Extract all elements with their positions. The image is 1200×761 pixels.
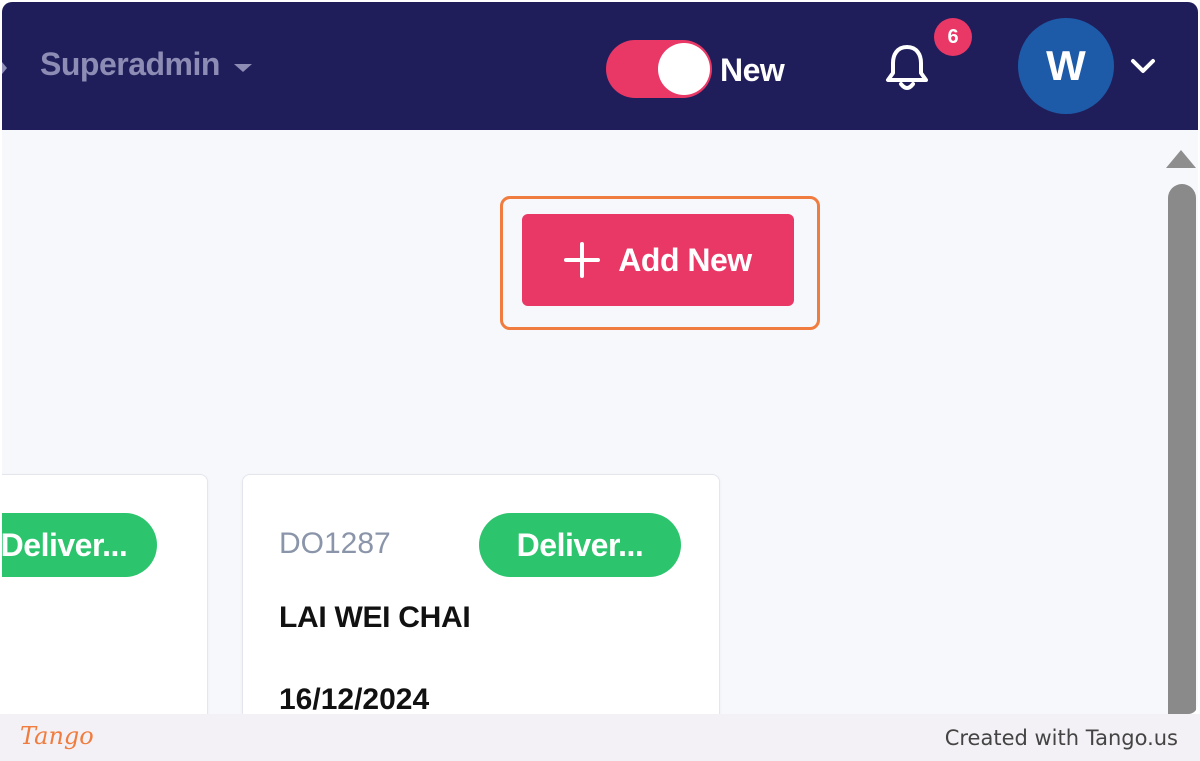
add-new-button[interactable]: Add New <box>522 214 794 306</box>
add-new-label: Add New <box>618 241 752 278</box>
toggle-label: New <box>720 52 785 88</box>
delivery-date: 16/12/2024 <box>279 683 430 714</box>
delivery-order-number: DO1287 <box>279 527 391 560</box>
created-with-credit: Created with Tango.us <box>944 726 1178 750</box>
scrollbar-thumb[interactable] <box>1168 184 1196 714</box>
new-mode-toggle[interactable] <box>606 40 712 98</box>
customer-name: LAI WEI CHAI <box>279 601 471 634</box>
scroll-up-arrow-icon[interactable] <box>1166 150 1196 168</box>
status-badge: Deliver... <box>2 513 157 577</box>
toggle-knob <box>658 43 710 95</box>
delivery-order-card[interactable]: DO1287 Deliver... LAI WEI CHAI 16/12/202… <box>242 474 720 714</box>
plus-icon <box>564 242 601 278</box>
role-dropdown-caret-icon[interactable] <box>234 64 252 72</box>
status-badge: Deliver... <box>479 513 681 577</box>
tango-logo: Tango <box>20 722 94 750</box>
footer-bar: Tango Created with Tango.us <box>0 714 1200 761</box>
notification-count-badge: 6 <box>934 18 972 56</box>
chevron-down-icon[interactable] <box>1128 54 1158 78</box>
delivery-order-card[interactable]: Deliver... <box>2 474 208 714</box>
app-window: Superadmin New 6 W Add New Deliver... DO… <box>2 2 1198 714</box>
top-navigation-bar: Superadmin New 6 W <box>2 2 1198 130</box>
role-selector-label[interactable]: Superadmin <box>40 46 220 83</box>
chevron-left-icon <box>2 62 7 74</box>
bell-icon[interactable] <box>882 40 932 92</box>
user-avatar[interactable]: W <box>1018 18 1114 114</box>
